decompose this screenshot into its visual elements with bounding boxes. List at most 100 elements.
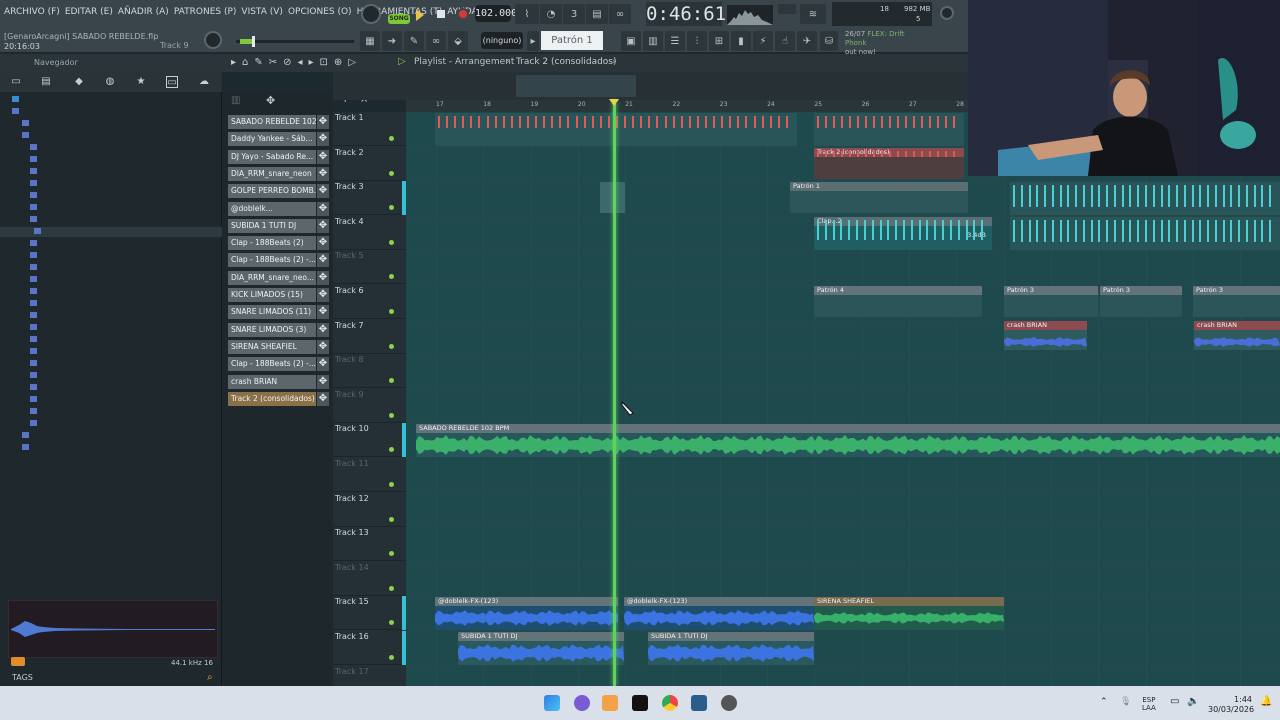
add-clip-icon[interactable]: ✥	[317, 270, 329, 285]
picker-item[interactable]: SNARE LIMADOS (11)	[228, 305, 316, 320]
tray-chevron-icon[interactable]: ⌃	[1100, 697, 1108, 707]
pattern-selector[interactable]: Patrón 1	[541, 31, 603, 50]
playlist-clip[interactable]	[1010, 182, 1280, 216]
menu-item[interactable]: OPCIONES (O)	[288, 7, 352, 17]
picker-item[interactable]: @doblelk...	[228, 201, 316, 216]
playlist-clip[interactable]	[814, 113, 964, 146]
song-position-display[interactable]: 0:46:61	[646, 2, 726, 26]
tempo-display[interactable]: 102.000	[475, 5, 517, 22]
track-mute-led[interactable]	[389, 585, 394, 591]
track-header[interactable]: Track 6	[333, 285, 406, 319]
link-icon[interactable]: ∞	[426, 31, 446, 51]
playlist-clip[interactable]: Patrón 4	[814, 286, 982, 318]
stamp-icon[interactable]: ⬙	[448, 31, 468, 51]
picker-item[interactable]: SUBIDA 1 TUTI DJ	[228, 218, 316, 233]
news-panel[interactable]: 26/07 FLEX: Drift Phonk out now!	[845, 30, 925, 57]
playlist-clip[interactable]: Patrón 3	[1100, 286, 1182, 318]
step-edit-icon[interactable]: ▤	[586, 4, 608, 24]
track-mute-led[interactable]	[389, 655, 394, 660]
preview-play-button[interactable]	[11, 657, 25, 666]
add-clip-icon[interactable]: ✥	[317, 339, 329, 354]
picker-item[interactable]: crash BRIAN	[228, 374, 316, 389]
playlist-clip[interactable]: Patrón 3	[1004, 286, 1098, 318]
track-mute-led[interactable]	[389, 551, 394, 557]
menu-item[interactable]: ARCHIVO (F)	[4, 7, 60, 17]
search-icon[interactable]: ⌕	[207, 672, 213, 683]
volume-icon[interactable]: 🔈	[1187, 696, 1199, 707]
snap-selector[interactable]: (ninguno)	[481, 32, 523, 49]
picker-item[interactable]: Clap - 188Beats (2) -...	[228, 253, 316, 268]
playlist-clip[interactable]: @doblelk-FX-(123)	[435, 597, 618, 631]
fl-studio-icon[interactable]	[602, 695, 618, 711]
track-header[interactable]: Track 15	[333, 596, 406, 631]
picker-move-icon[interactable]: ✥	[266, 94, 275, 107]
pitch-knob[interactable]	[204, 31, 222, 49]
mixer-icon[interactable]: ☰	[665, 31, 685, 51]
playlist-clip[interactable]	[1010, 216, 1280, 250]
sync-icon[interactable]	[940, 6, 954, 20]
calculator-icon[interactable]	[691, 695, 707, 711]
track-mute-led[interactable]	[389, 482, 394, 487]
master-volume-knob[interactable]	[361, 4, 381, 24]
track-header[interactable]: Track 7	[333, 320, 406, 354]
add-clip-icon[interactable]: ✥	[317, 184, 329, 199]
track-mute-led[interactable]	[389, 170, 394, 176]
picker-item[interactable]: Daddy Yankee - Sáb...	[228, 132, 316, 147]
file-icon[interactable]: ▤	[40, 76, 52, 88]
master-pitch-slider[interactable]	[236, 36, 354, 47]
notification-icon[interactable]: 🔔	[1260, 696, 1272, 707]
add-clip-icon[interactable]: ✥	[317, 149, 329, 164]
playlist-clip[interactable]: SABADO REBELDE 102 BPM	[416, 424, 1280, 458]
add-clip-icon[interactable]: ✥	[317, 253, 329, 268]
plugin-icon[interactable]: ⚡	[753, 31, 773, 51]
add-clip-icon[interactable]: ✥	[317, 374, 329, 389]
playlist-clip[interactable]	[435, 113, 797, 146]
playlist-clip[interactable]: Clap...2 3.4dB	[814, 216, 992, 250]
track-header[interactable]: Track 9	[333, 389, 406, 423]
capcut-icon[interactable]	[632, 695, 648, 711]
track-header[interactable]: Track 14	[333, 562, 406, 596]
metronome-icon[interactable]: ⌇	[515, 4, 539, 24]
picker-item[interactable]: SIRENA SHEAFIEL	[228, 339, 316, 354]
stop-icon[interactable]	[437, 10, 445, 18]
add-clip-icon[interactable]: ✥	[317, 305, 329, 320]
playhead[interactable]	[613, 100, 616, 686]
add-clip-icon[interactable]: ✥	[317, 132, 329, 147]
playlist-breadcrumb[interactable]: Track 2 (consolidados)	[516, 57, 617, 67]
menu-item[interactable]: EDITAR (E)	[65, 7, 113, 17]
track-header[interactable]: Track 13	[333, 527, 406, 562]
playlist-grid[interactable]: Track 2 (consolidados) Patrón 1 Clap...2 3.…	[406, 112, 1280, 686]
piano-roll-icon[interactable]: ▥	[643, 31, 663, 51]
countdown-icon[interactable]: 3	[563, 4, 585, 24]
picker-tool-icon[interactable]: ▥	[231, 95, 240, 106]
channel-rack-icon[interactable]: ▣	[621, 31, 641, 51]
picker-item[interactable]: DJ Yayo - Sabado Re...	[228, 149, 316, 164]
plugin-db-icon[interactable]: ◆	[73, 76, 85, 88]
pattern-arrow-icon[interactable]: ▸	[527, 31, 539, 51]
taskbar-clock[interactable]: 1:44 30/03/2026	[1208, 695, 1254, 715]
track-mute-led[interactable]	[389, 516, 394, 522]
add-clip-icon[interactable]: ✥	[317, 357, 329, 372]
add-clip-icon[interactable]: ✥	[317, 391, 329, 406]
track-mute-led[interactable]	[389, 205, 394, 211]
slider-handle[interactable]	[252, 36, 255, 47]
mic-icon[interactable]: 🎙	[1120, 697, 1131, 707]
menu-item[interactable]: AÑADIR (A)	[118, 7, 169, 17]
paint-icon[interactable]: ✎	[404, 31, 424, 51]
folder-icon[interactable]: ▭	[10, 76, 22, 88]
picker-item[interactable]: Clap - 188Beats (2)	[228, 236, 316, 251]
track-header[interactable]: Track 11	[333, 458, 406, 492]
record-icon[interactable]	[457, 8, 469, 20]
picker-item[interactable]: SNARE LIMADOS (3)	[228, 322, 316, 337]
track-header[interactable]: Track 4	[333, 216, 406, 250]
track-header[interactable]: Track 3	[333, 181, 406, 216]
menu-item[interactable]: VISTA (V)	[241, 7, 283, 17]
track-mute-led[interactable]	[389, 447, 394, 453]
track-mute-led[interactable]	[389, 620, 394, 626]
picker-item[interactable]: Clap - 188Beats (2) -...	[228, 357, 316, 372]
play-icon[interactable]	[416, 9, 424, 21]
track-mute-led[interactable]	[389, 274, 394, 280]
playlist-clip[interactable]: Track 2 (consolidados)	[814, 147, 964, 180]
overview-window[interactable]	[516, 75, 636, 97]
picker-item[interactable]: DIA_RRM_snare_neon	[228, 166, 316, 181]
